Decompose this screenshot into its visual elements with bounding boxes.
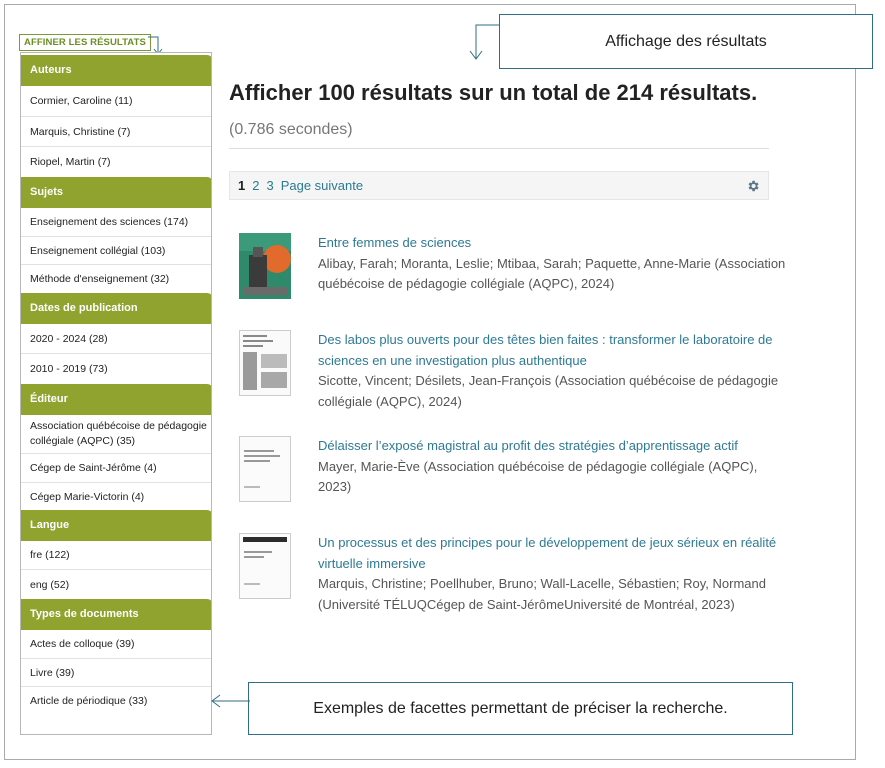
facet-item[interactable]: Cégep de Saint-Jérôme (4): [21, 454, 211, 483]
facet-item[interactable]: Enseignement des sciences (174): [21, 208, 211, 237]
facet-item[interactable]: Enseignement collégial (103): [21, 237, 211, 265]
result-thumbnail[interactable]: [239, 233, 291, 299]
results-callout-arrow-icon: [469, 24, 500, 60]
result-title-link[interactable]: Des labos plus ouverts pour des têtes bi…: [318, 330, 788, 371]
facet-item[interactable]: fre (122): [21, 541, 211, 570]
results-summary: Afficher 100 résultats sur un total de 2…: [229, 76, 789, 147]
result-thumbnail[interactable]: [239, 533, 291, 599]
facets-callout-arrow-icon: [211, 694, 250, 708]
facet-header-publisher[interactable]: Éditeur: [21, 384, 211, 415]
facet-header-language[interactable]: Langue: [21, 510, 211, 541]
facet-item[interactable]: Association québécoise de pédagogie coll…: [21, 415, 211, 454]
search-duration: (0.786 secondes): [229, 121, 353, 138]
facet-item[interactable]: Article de périodique (33): [21, 687, 211, 715]
facet-item[interactable]: eng (52): [21, 570, 211, 599]
facet-item[interactable]: 2010 - 2019 (73): [21, 354, 211, 384]
facet-item[interactable]: Actes de colloque (39): [21, 630, 211, 659]
page-link-2[interactable]: 2: [252, 178, 259, 193]
facet-header-dates[interactable]: Dates de publication: [21, 293, 211, 324]
pagination-bar: 1 2 3 Page suivante: [229, 171, 769, 200]
facet-item[interactable]: 2020 - 2024 (28): [21, 324, 211, 354]
refine-results-label: AFFINER LES RÉSULTATS: [19, 34, 151, 51]
facet-header-doc-types[interactable]: Types de documents: [21, 599, 211, 630]
facet-header-subjects[interactable]: Sujets: [21, 177, 211, 208]
facet-item[interactable]: Marquis, Christine (7): [21, 117, 211, 147]
page-link-3[interactable]: 3: [266, 178, 273, 193]
result-meta: Alibay, Farah; Moranta, Leslie; Mtibaa, …: [318, 255, 786, 292]
facet-item[interactable]: Riopel, Martin (7): [21, 147, 211, 177]
results-callout: Affichage des résultats: [499, 14, 873, 69]
result-meta: Marquis, Christine; Poellhuber, Bruno; W…: [318, 576, 766, 612]
result-thumbnail[interactable]: [239, 436, 291, 502]
result-title-link[interactable]: Un processus et des principes pour le dé…: [318, 533, 788, 574]
divider: [229, 148, 769, 149]
result-thumbnail[interactable]: [239, 330, 291, 396]
results-count-text: Afficher 100 résultats sur un total de 2…: [229, 80, 758, 105]
page-current: 1: [238, 178, 246, 193]
next-page-link[interactable]: Page suivante: [281, 178, 363, 193]
result-meta: Mayer, Marie-Ève (Association québécoise…: [318, 458, 758, 495]
facets-callout: Exemples de facettes permettant de préci…: [248, 682, 793, 735]
facet-item[interactable]: Cégep Marie-Victorin (4): [21, 483, 211, 510]
result-meta: Sicotte, Vincent; Désilets, Jean-Françoi…: [318, 373, 779, 409]
result-title-link[interactable]: Délaisser l’exposé magistral au profit d…: [318, 436, 788, 457]
facet-item[interactable]: Cormier, Caroline (11): [21, 86, 211, 117]
result-title-link[interactable]: Entre femmes de sciences: [318, 233, 788, 254]
facets-sidebar: Auteurs Cormier, Caroline (11) Marquis, …: [20, 52, 212, 735]
gear-icon[interactable]: [746, 179, 760, 193]
facet-item[interactable]: Livre (39): [21, 659, 211, 687]
facet-item[interactable]: Méthode d'enseignement (32): [21, 265, 211, 293]
facet-header-authors[interactable]: Auteurs: [21, 55, 211, 86]
